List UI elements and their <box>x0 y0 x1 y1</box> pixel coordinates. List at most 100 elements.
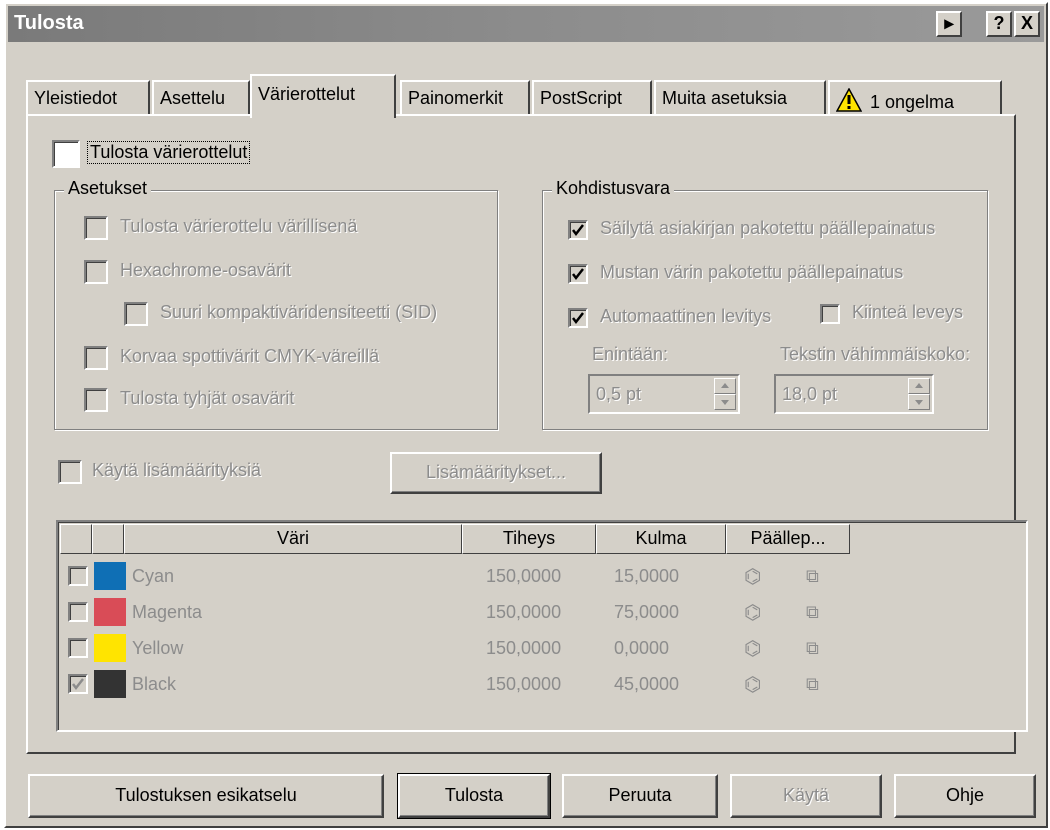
overprint-text-icon[interactable]: ⧉ <box>806 566 819 587</box>
text-min-label: Tekstin vähimmäiskoko: <box>780 344 971 364</box>
settings-group-legend: Asetukset <box>64 178 152 199</box>
advanced-settings-checkbox[interactable] <box>58 460 82 484</box>
sid-checkbox[interactable] <box>124 302 148 326</box>
overprint-graphics-icon[interactable]: ⌬ <box>744 672 761 697</box>
text-min-value: 18,0 pt <box>782 384 838 404</box>
table-row[interactable]: Cyan 150,0000 15,0000 ⌬ ⧉ <box>58 560 1026 594</box>
color-swatch <box>94 634 126 662</box>
print-label: Tulosta <box>444 785 504 805</box>
column-header-overprint[interactable]: Päällep... <box>726 524 850 554</box>
column-header-check[interactable] <box>60 524 92 554</box>
tab-label: Painomerkit <box>408 88 504 108</box>
column-header-density[interactable]: Tiheys <box>462 524 596 554</box>
color-swatch <box>94 670 126 698</box>
spin-up-icon[interactable] <box>714 378 736 394</box>
color-swatch <box>94 598 126 626</box>
table-row[interactable]: Black 150,0000 45,0000 ⌬ ⧉ <box>58 668 1026 702</box>
overprint-graphics-icon[interactable]: ⌬ <box>744 564 761 589</box>
tab-muita-asetuksia[interactable]: Muita asetuksia <box>654 80 826 116</box>
column-header-angle[interactable]: Kulma <box>596 524 726 554</box>
tab-label: 1 ongelma <box>870 92 955 112</box>
overprint-graphics-icon[interactable]: ⌬ <box>744 600 761 625</box>
overprint-text-icon[interactable]: ⧉ <box>806 674 819 695</box>
tab-postscript[interactable]: PostScript <box>532 80 652 116</box>
separations-list[interactable]: Väri Tiheys Kulma Päällep... Cyan 150,00… <box>56 520 1028 732</box>
row-color-name: Black <box>132 674 177 694</box>
fixed-width-label: Kiinteä leveys <box>852 302 964 322</box>
auto-spread-checkbox[interactable] <box>568 308 588 328</box>
window-title: Tulosta <box>14 12 84 34</box>
print-empty-checkbox[interactable] <box>84 388 108 412</box>
row-checkbox[interactable] <box>68 566 88 586</box>
row-checkbox[interactable] <box>68 674 88 694</box>
hexachrome-label: Hexachrome-osavärit <box>120 260 292 280</box>
row-angle: 75,0000 <box>614 602 680 622</box>
close-icon[interactable]: X <box>1014 11 1040 37</box>
column-header-swatch[interactable] <box>92 524 124 554</box>
overprint-text-icon[interactable]: ⧉ <box>806 602 819 623</box>
tab-varierottelut[interactable]: Värierottelut <box>250 74 396 118</box>
replace-spot-checkbox[interactable] <box>84 346 108 370</box>
row-color-name: Magenta <box>132 602 203 622</box>
print-separations-label: Tulosta värierottelut <box>86 141 251 164</box>
cancel-label: Peruuta <box>608 785 672 805</box>
preserve-overprint-checkbox[interactable] <box>568 220 588 240</box>
row-angle: 15,0000 <box>614 566 680 586</box>
row-density: 150,0000 <box>486 566 562 586</box>
tab-label: Muita asetuksia <box>662 88 788 108</box>
print-empty-label: Tulosta tyhjät osavärit <box>120 388 295 408</box>
trap-group-legend: Kohdistusvara <box>552 178 675 199</box>
row-density: 150,0000 <box>486 602 562 622</box>
help-button[interactable]: Ohje <box>894 774 1036 818</box>
tab-asettelu[interactable]: Asettelu <box>152 80 250 116</box>
spin-up-icon[interactable] <box>908 378 930 394</box>
help-icon[interactable]: ? <box>986 11 1012 37</box>
tab-ongelma[interactable]: 1 ongelma <box>828 80 1002 116</box>
max-label: Enintään: <box>592 344 669 364</box>
auto-spread-label: Automaattinen levitys <box>600 306 772 326</box>
apply-label: Käytä <box>782 785 830 805</box>
row-color-name: Cyan <box>132 566 175 586</box>
print-button[interactable]: Tulosta <box>397 773 551 819</box>
tab-painomerkit[interactable]: Painomerkit <box>400 80 530 116</box>
black-overprint-checkbox[interactable] <box>568 264 588 284</box>
color-separation-checkbox[interactable] <box>84 216 108 240</box>
spin-down-icon[interactable] <box>714 394 736 410</box>
print-preview-button[interactable]: Tulostuksen esikatselu <box>28 774 384 818</box>
max-spinner[interactable]: 0,5 pt <box>588 374 740 414</box>
print-dialog: Tulosta ▸ ? X Yleistiedot Asettelu Värie… <box>4 2 1048 828</box>
preserve-overprint-label: Säilytä asiakirjan pakotettu päällepaina… <box>600 218 936 238</box>
overprint-text-icon[interactable]: ⧉ <box>806 638 819 659</box>
row-checkbox[interactable] <box>68 638 88 658</box>
spin-down-icon[interactable] <box>908 394 930 410</box>
tab-label: Värierottelut <box>258 84 356 104</box>
advanced-settings-button[interactable]: Lisämääritykset... <box>390 452 602 494</box>
context-help-icon[interactable]: ▸ <box>936 11 962 37</box>
advanced-settings-label: Käytä lisämäärityksiä <box>92 460 262 480</box>
print-separations-checkbox[interactable] <box>52 140 80 168</box>
row-color-name: Yellow <box>132 638 184 658</box>
tab-yleistiedot[interactable]: Yleistiedot <box>26 80 150 116</box>
color-swatch <box>94 562 126 590</box>
overprint-graphics-icon[interactable]: ⌬ <box>744 636 761 661</box>
color-separation-label: Tulosta värierottelu värillisenä <box>120 216 358 236</box>
table-row[interactable]: Yellow 150,0000 0,0000 ⌬ ⧉ <box>58 632 1026 666</box>
warning-icon <box>835 87 863 117</box>
replace-spot-label: Korvaa spottivärit CMYK-väreillä <box>120 346 380 366</box>
advanced-settings-button-label: Lisämääritykset... <box>425 462 567 482</box>
row-density: 150,0000 <box>486 638 562 658</box>
tab-label: PostScript <box>540 88 623 108</box>
tab-label: Yleistiedot <box>34 88 118 108</box>
row-angle: 45,0000 <box>614 674 680 694</box>
cancel-button[interactable]: Peruuta <box>562 774 718 818</box>
max-value: 0,5 pt <box>596 384 642 404</box>
fixed-width-checkbox[interactable] <box>820 304 840 324</box>
apply-button[interactable]: Käytä <box>730 774 882 818</box>
table-row[interactable]: Magenta 150,0000 75,0000 ⌬ ⧉ <box>58 596 1026 630</box>
black-overprint-label: Mustan värin pakotettu päällepainatus <box>600 262 904 282</box>
hexachrome-checkbox[interactable] <box>84 260 108 284</box>
text-min-spinner[interactable]: 18,0 pt <box>774 374 934 414</box>
row-checkbox[interactable] <box>68 602 88 622</box>
column-header-color[interactable]: Väri <box>124 524 462 554</box>
title-bar[interactable]: Tulosta ▸ ? X <box>8 6 1044 42</box>
